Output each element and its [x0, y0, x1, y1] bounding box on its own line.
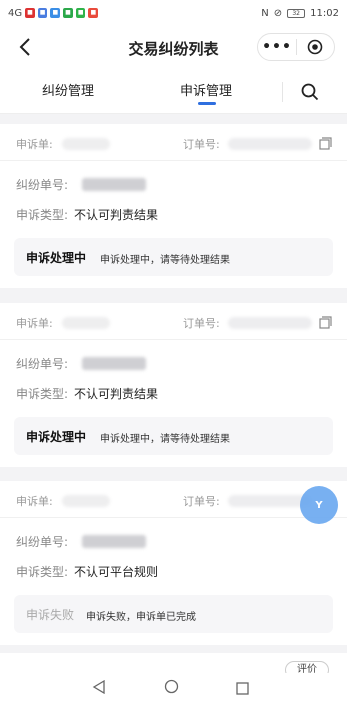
- appeal-no-value-redacted: [62, 495, 110, 507]
- notification-icon: ■: [25, 8, 35, 18]
- appeal-no-value-redacted: [62, 138, 110, 150]
- dispute-no-value-redacted: [82, 535, 146, 548]
- appeal-card[interactable]: 申诉单: 订单号: 纠纷单号: 申诉类型: 不认可判责结果 申诉处理中 申诉处理中…: [0, 124, 347, 288]
- mute-icon: ⊘: [273, 7, 283, 19]
- more-button[interactable]: •••: [258, 39, 296, 55]
- appeal-type-value: 不认可判责结果: [74, 387, 159, 401]
- search-icon: [301, 83, 319, 101]
- status-description: 申诉处理中，请等待处理结果: [100, 255, 230, 266]
- copy-icon: [318, 136, 332, 150]
- copy-button[interactable]: [317, 135, 333, 151]
- tab-dispute-management[interactable]: 纠纷管理: [42, 80, 94, 99]
- battery-icon: 32: [287, 8, 306, 18]
- dispute-no-label: 纠纷单号:: [16, 535, 69, 549]
- status-box: 申诉处理中 申诉处理中，请等待处理结果: [14, 238, 333, 276]
- notification-icon: ■: [88, 8, 99, 18]
- notification-icon: ■: [63, 8, 73, 18]
- status-bar-left: 4G ■ ■ ■ ■ ■ ■: [8, 7, 99, 19]
- divider: [0, 517, 347, 518]
- appeal-no-value-redacted: [62, 317, 110, 329]
- nav-back-button[interactable]: [92, 679, 106, 698]
- appeal-type-row: 申诉类型: 不认可判责结果: [16, 385, 158, 402]
- card-header-row: 申诉单: 订单号:: [16, 491, 333, 511]
- notification-icon: ■: [75, 8, 86, 18]
- appeal-type-row: 申诉类型: 不认可判责结果: [16, 206, 158, 223]
- back-button[interactable]: [14, 36, 36, 58]
- nav-recent-button[interactable]: [236, 680, 249, 699]
- appeal-type-label: 申诉类型:: [16, 387, 69, 401]
- copy-button[interactable]: [317, 314, 333, 330]
- appeal-card[interactable]: 申诉单: 订单号: 纠纷单号: 申诉类型: 不认可平台规则 申诉失败 申诉失败，申…: [0, 481, 347, 645]
- clock: 11:02: [310, 7, 339, 19]
- copy-icon: [318, 315, 332, 329]
- status-title: 申诉处理中: [26, 430, 87, 444]
- triangle-back-icon: [92, 679, 105, 695]
- dispute-no-value-redacted: [82, 357, 146, 370]
- dispute-no-row: 纠纷单号:: [16, 533, 68, 550]
- appeal-no-label: 申诉单:: [16, 138, 53, 151]
- status-bar-right: N ⊘ 32 11:02: [261, 8, 339, 19]
- notification-icon: ■: [50, 8, 61, 18]
- card-header-row: 申诉单: 订单号:: [16, 134, 333, 154]
- status-box: 申诉处理中 申诉处理中，请等待处理结果: [14, 417, 333, 455]
- order-no-label: 订单号:: [183, 138, 220, 151]
- chevron-left-icon: [19, 38, 30, 56]
- circle-home-icon: [164, 679, 179, 694]
- active-tab-indicator: [198, 102, 216, 105]
- order-no-value-redacted: [228, 138, 312, 150]
- divider: [0, 339, 347, 340]
- search-button[interactable]: [298, 80, 322, 104]
- dispute-no-row: 纠纷单号:: [16, 355, 68, 372]
- dispute-no-row: 纠纷单号:: [16, 176, 68, 193]
- dispute-no-label: 纠纷单号:: [16, 357, 69, 371]
- dispute-no-label: 纠纷单号:: [16, 178, 69, 192]
- tab-bar: 纠纷管理 申诉管理: [0, 70, 347, 114]
- status-bar: 4G ■ ■ ■ ■ ■ ■ N ⊘ 32 11:02: [0, 0, 347, 26]
- status-description: 申诉失败，申诉单已完成: [86, 612, 196, 623]
- floating-assistant-button[interactable]: Y: [300, 486, 338, 524]
- target-close-icon: [308, 39, 323, 55]
- square-recent-icon: [236, 682, 249, 695]
- appeal-type-value: 不认可平台规则: [74, 565, 159, 579]
- status-title: 申诉处理中: [26, 251, 87, 265]
- status-box: 申诉失败 申诉失败，申诉单已完成: [14, 595, 333, 633]
- tab-appeal-management[interactable]: 申诉管理: [180, 80, 232, 99]
- status-description: 申诉处理中，请等待处理结果: [100, 434, 230, 445]
- status-title: 申诉失败: [26, 608, 75, 622]
- miniprogram-capsule: •••: [257, 33, 335, 61]
- appeal-card[interactable]: 评价: [0, 653, 347, 679]
- notification-icon: ■: [37, 8, 48, 18]
- order-no-label: 订单号:: [183, 495, 220, 508]
- order-no-label: 订单号:: [183, 317, 220, 330]
- appeal-type-row: 申诉类型: 不认可平台规则: [16, 563, 158, 580]
- card-header-row: 申诉单: 订单号:: [16, 313, 333, 333]
- divider: [0, 160, 347, 161]
- appeal-no-label: 申诉单:: [16, 317, 53, 330]
- appeal-no-label: 申诉单:: [16, 495, 53, 508]
- divider: [282, 82, 283, 102]
- close-button[interactable]: [297, 39, 334, 55]
- system-nav-bar: [0, 673, 347, 701]
- title-bar: 交易纠纷列表 •••: [0, 26, 347, 70]
- order-no-value-redacted: [228, 317, 312, 329]
- dispute-no-value-redacted: [82, 178, 146, 191]
- appeal-card[interactable]: 申诉单: 订单号: 纠纷单号: 申诉类型: 不认可判责结果 申诉处理中 申诉处理中…: [0, 303, 347, 467]
- appeal-type-label: 申诉类型:: [16, 208, 69, 222]
- appeal-type-value: 不认可判责结果: [74, 208, 159, 222]
- nfc-icon: N: [261, 7, 269, 19]
- signal-indicator: 4G: [8, 7, 23, 19]
- nav-home-button[interactable]: [164, 679, 179, 698]
- appeal-type-label: 申诉类型:: [16, 565, 69, 579]
